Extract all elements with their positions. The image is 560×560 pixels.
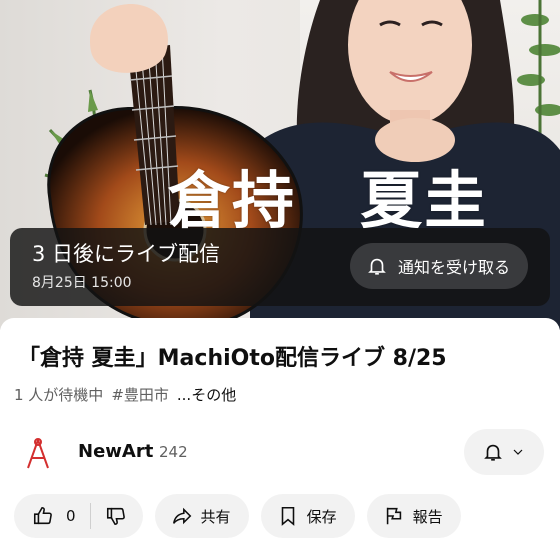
save-label: 保存 bbox=[306, 507, 337, 526]
chevron-down-icon bbox=[513, 449, 523, 455]
share-icon bbox=[172, 507, 191, 525]
thumbs-up-icon bbox=[33, 506, 52, 525]
video-player[interactable]: 倉持 夏圭 3 日後にライブ配信 8月25日 15:00 通知を受け取る bbox=[0, 0, 560, 330]
bookmark-icon bbox=[281, 506, 294, 526]
flag-icon bbox=[386, 507, 401, 525]
channel-row[interactable]: NewArt 242 bbox=[0, 426, 560, 478]
like-button[interactable]: 0 bbox=[14, 494, 90, 538]
video-title[interactable]: 「倉持 夏圭」MachiOto配信ライブ 8/25 bbox=[18, 340, 548, 372]
live-countdown: 3 日後にライブ配信 bbox=[32, 242, 221, 266]
live-scheduled-time: 8月25日 15:00 bbox=[32, 275, 132, 291]
subscriber-count: 242 bbox=[159, 443, 188, 461]
hand-image bbox=[90, 4, 168, 73]
save-button[interactable]: 保存 bbox=[260, 494, 355, 538]
like-count: 0 bbox=[66, 507, 76, 525]
live-schedule-banner: 3 日後にライブ配信 8月25日 15:00 通知を受け取る bbox=[10, 228, 550, 306]
channel-name[interactable]: NewArt bbox=[78, 441, 153, 462]
share-label: 共有 bbox=[200, 507, 231, 526]
report-label: 報告 bbox=[412, 507, 443, 526]
dislike-button[interactable] bbox=[91, 494, 143, 538]
video-meta[interactable]: 1 人が待機中 #豊田市 ...その他 bbox=[14, 384, 236, 405]
thumbs-down-icon bbox=[106, 507, 125, 526]
waiting-count: 1 人が待機中 bbox=[14, 386, 104, 404]
notify-me-label: 通知を受け取る bbox=[397, 258, 510, 277]
bell-icon bbox=[368, 258, 386, 275]
hashtag-link[interactable]: #豊田市 bbox=[111, 384, 169, 405]
subscription-notification-button[interactable] bbox=[464, 429, 544, 475]
share-button[interactable]: 共有 bbox=[154, 494, 249, 538]
notify-me-button[interactable]: 通知を受け取る bbox=[349, 243, 528, 289]
video-info-panel: 「倉持 夏圭」MachiOto配信ライブ 8/25 1 人が待機中 #豊田市 .… bbox=[0, 318, 560, 560]
action-bar: 0 共有 保存 報告 bbox=[14, 494, 461, 538]
like-dislike-group: 0 bbox=[14, 494, 143, 538]
report-button[interactable]: 報告 bbox=[366, 494, 461, 538]
channel-avatar[interactable] bbox=[18, 434, 58, 474]
thumbnail-performer-name: 倉持 夏圭 bbox=[168, 164, 489, 237]
bell-icon bbox=[484, 444, 502, 461]
more-link[interactable]: ...その他 bbox=[177, 384, 236, 405]
